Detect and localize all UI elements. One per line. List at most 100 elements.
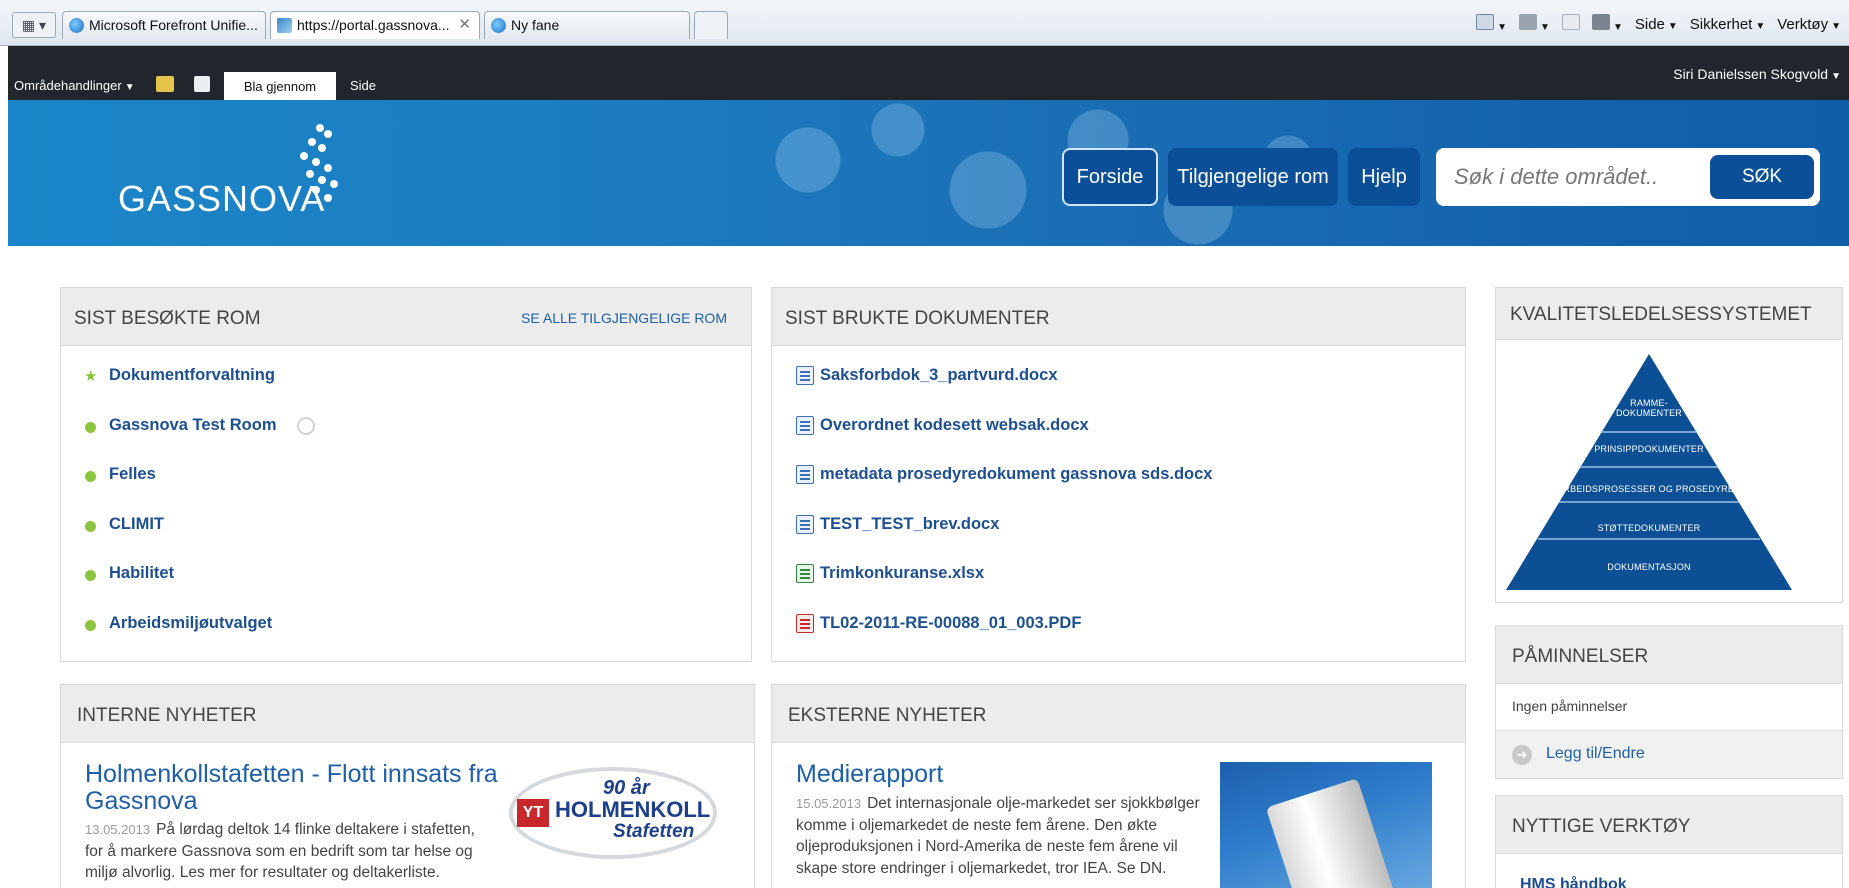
panel-title: SIST BESØKTE ROM [74, 308, 261, 329]
safety-menu[interactable]: Sikkerhet ▼ [1690, 16, 1765, 33]
document-link[interactable]: Trimkonkuranse.xlsx [820, 564, 984, 583]
tab-page[interactable]: Side [350, 78, 376, 93]
close-tab-icon[interactable]: ✕ [458, 12, 471, 38]
news-date: 13.05.2013 [85, 822, 151, 837]
user-name: Siri Danielssen Skogvold [1673, 66, 1829, 82]
news-headline[interactable]: Holmenkollstafetten - Flott innsats fra … [85, 761, 505, 815]
sharepoint-ribbon: Områdehandlinger ▼ Bla gjennom Side Siri … [8, 46, 1849, 100]
browser-tab-new[interactable]: Ny fane [484, 11, 690, 39]
pyramid-label: DOKUMENTER [1615, 408, 1682, 418]
mail-button[interactable] [1561, 14, 1580, 34]
tab-browse[interactable]: Bla gjennom [224, 72, 336, 100]
bullet-icon [85, 619, 96, 631]
panel-header: PÅMINNELSER [1496, 626, 1842, 684]
newspaper-image [1220, 762, 1432, 888]
home-button[interactable]: ▼ [1476, 14, 1507, 34]
room-link[interactable]: Felles [109, 465, 156, 484]
tool-link[interactable]: HMS håndbok [1520, 876, 1627, 888]
list-item[interactable]: TL02-2011-RE-00088_01_003.PDF [772, 613, 1465, 664]
user-menu[interactable]: Siri Danielssen Skogvold ▼ [1673, 66, 1841, 82]
list-item[interactable]: Habilitet [61, 564, 751, 614]
excel-document-icon [796, 564, 814, 583]
feeds-button[interactable]: ▼ [1519, 14, 1550, 34]
pyramid-level-support[interactable]: STØTTEDOKUMENTER [1502, 523, 1796, 533]
word-document-icon [796, 415, 814, 435]
add-edit-link[interactable]: Legg til/Endre [1546, 745, 1645, 763]
logo-name: HOLMENKOLL [555, 797, 711, 822]
panel-title: SIST BRUKTE DOKUMENTER [785, 308, 1050, 329]
new-tab-button[interactable] [694, 11, 728, 39]
nav-available-rooms[interactable]: Tilgjengelige rom [1168, 148, 1338, 206]
home-icon [1476, 14, 1495, 30]
tab-switcher-button[interactable]: ▦ ▾ [12, 12, 56, 38]
room-link[interactable]: Gassnova Test Room [109, 416, 277, 435]
page-menu[interactable]: Side ▼ [1635, 16, 1678, 33]
rss-icon [1519, 14, 1538, 30]
logo-subtitle: Stafetten [613, 821, 695, 842]
site-actions-menu[interactable]: Områdehandlinger ▼ [14, 78, 135, 93]
room-status-icon [297, 416, 315, 435]
bullet-icon [85, 421, 96, 433]
browser-tab-forefront[interactable]: Microsoft Forefront Unifie... [62, 11, 266, 39]
list-item[interactable]: Saksforbdok_3_partvurd.docx [772, 366, 1465, 416]
pyramid-level-framework[interactable]: RAMME- DOKUMENTER [1502, 398, 1796, 418]
pyramid-level-documentation[interactable]: DOKUMENTASJON [1502, 562, 1796, 572]
see-all-rooms-link[interactable]: SE ALLE TILGJENGELIGE ROM [521, 310, 727, 326]
pyramid-level-processes[interactable]: ARBEIDSPROSESSER OG PROSEDYRER [1502, 484, 1796, 494]
document-link[interactable]: Overordnet kodesett websak.docx [820, 416, 1089, 435]
list-item[interactable]: Trimkonkuranse.xlsx [772, 564, 1465, 614]
list-item[interactable]: Overordnet kodesett websak.docx [772, 415, 1465, 466]
panel-header: SIST BESØKTE ROM SE ALLE TILGJENGELIGE R… [61, 288, 751, 346]
quality-pyramid[interactable]: RAMME- DOKUMENTER PRINSIPPDOKUMENTER ARBE… [1502, 350, 1796, 594]
quality-system-panel: KVALITETSLEDELSESSYSTEMET RAMME- DOKUMENT… [1495, 287, 1843, 603]
list-item[interactable]: Arbeidsmiljøutvalget [61, 614, 751, 664]
panel-header: NYTTIGE VERKTØY [1496, 796, 1842, 854]
panel-header: EKSTERNE NYHETER [772, 685, 1465, 743]
document-link[interactable]: TEST_TEST_brev.docx [820, 515, 999, 534]
panel-title: INTERNE NYHETER [77, 705, 257, 726]
word-document-icon [796, 366, 814, 385]
room-link[interactable]: CLIMIT [109, 515, 164, 534]
ie-icon [491, 18, 506, 33]
edit-page-icon[interactable] [194, 76, 210, 92]
pyramid-label: RAMME- [1630, 398, 1668, 408]
document-link[interactable]: Saksforbdok_3_partvurd.docx [820, 366, 1058, 385]
print-button[interactable]: ▼ [1591, 14, 1623, 34]
room-link[interactable]: Arbeidsmiljøutvalget [109, 614, 272, 633]
panel-header: KVALITETSLEDELSESSYSTEMET [1496, 288, 1842, 340]
word-document-icon [796, 514, 814, 534]
document-link[interactable]: metadata prosedyredokument gassnova sds.… [820, 465, 1212, 484]
tools-menu-label: Verktøy [1777, 15, 1829, 33]
tab-label: Ny fane [511, 17, 560, 33]
list-item[interactable]: Gassnova Test Room [61, 416, 751, 466]
printer-icon [1591, 14, 1610, 30]
navigate-up-icon[interactable] [156, 76, 174, 92]
list-item[interactable]: ★ Dokumentforvaltning [61, 366, 751, 416]
search-input[interactable] [1454, 158, 1668, 196]
mail-icon [1561, 14, 1580, 30]
list-item[interactable]: CLIMIT [61, 515, 751, 565]
list-item[interactable]: metadata prosedyredokument gassnova sds.… [772, 465, 1465, 515]
room-link[interactable]: Habilitet [109, 564, 174, 583]
ie-icon [69, 18, 84, 33]
pyramid-level-principles[interactable]: PRINSIPPDOKUMENTER [1502, 444, 1796, 454]
list-item[interactable]: Felles [61, 465, 751, 515]
tab-label: https://portal.gassnova... [297, 17, 450, 33]
bullet-icon [85, 520, 96, 532]
tools-menu[interactable]: Verktøy ▼ [1777, 16, 1841, 33]
add-reminder-row[interactable]: ➜ Legg til/Endre [1496, 730, 1842, 778]
page-menu-label: Side [1634, 15, 1665, 33]
search-button[interactable]: SØK [1710, 155, 1814, 199]
panel-title: KVALITETSLEDELSESSYSTEMET [1510, 304, 1812, 325]
news-headline[interactable]: Medierapport [796, 761, 1196, 788]
pdf-document-icon [796, 613, 814, 633]
nav-home[interactable]: Forside [1062, 148, 1158, 206]
documents-list: Saksforbdok_3_partvurd.docx Overordnet k… [772, 366, 1465, 663]
news-summary: 13.05.2013 På lørdag deltok 14 flinke del… [85, 819, 497, 884]
command-bar: ▼ ▼ ▼ Side ▼ Sikkerhet ▼ Verktøy ▼ [1476, 12, 1841, 36]
document-link[interactable]: TL02-2011-RE-00088_01_003.PDF [820, 614, 1081, 633]
browser-tab-portal[interactable]: https://portal.gassnova... ✕ [270, 11, 480, 39]
room-link[interactable]: Dokumentforvaltning [109, 366, 275, 385]
list-item[interactable]: TEST_TEST_brev.docx [772, 514, 1465, 565]
nav-help[interactable]: Hjelp [1348, 148, 1420, 206]
